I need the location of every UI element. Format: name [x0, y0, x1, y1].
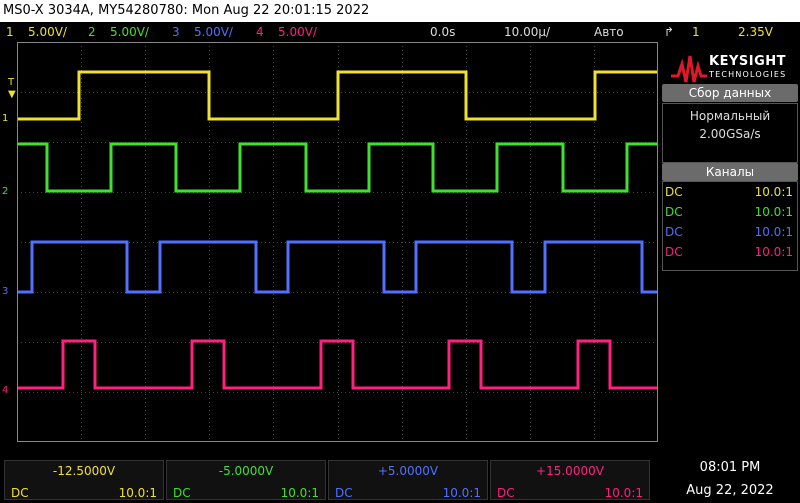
ch1-coupling: DC: [665, 185, 683, 199]
ch3-offset-box[interactable]: +5.0000V DC 10.0:1: [328, 460, 488, 500]
ch1-offset-coupling: DC: [11, 486, 29, 500]
keysight-wave-icon: [671, 55, 707, 83]
ch3-scale[interactable]: 5.00V/: [194, 25, 233, 39]
trigger-level-marker[interactable]: T: [8, 78, 14, 88]
delay-readout[interactable]: 0.0s: [430, 25, 455, 39]
ch2-offset-probe: 10.0:1: [280, 486, 319, 500]
channel-row-3[interactable]: DC 10.0:1: [663, 222, 795, 242]
ch3-offset-coupling: DC: [335, 486, 353, 500]
status-bar: 1 5.00V/ 2 5.00V/ 3 5.00V/ 4 5.00V/ 0.0s…: [0, 22, 800, 42]
ch3-probe: 10.0:1: [754, 225, 793, 239]
ch2-offset: -5.0000V: [218, 464, 274, 478]
channel-row-2[interactable]: DC 10.0:1: [663, 202, 795, 222]
clock-time: 08:01 PM: [699, 460, 761, 475]
trigger-slope-icon[interactable]: ↱: [664, 25, 674, 39]
ch2-coupling: DC: [665, 205, 683, 219]
ch1-scale[interactable]: 5.00V/: [28, 25, 67, 39]
ch3-offset: +5.0000V: [377, 464, 439, 478]
ch1-probe: 10.0:1: [754, 185, 793, 199]
trigger-source[interactable]: 1: [692, 25, 700, 39]
ch1-offset-box[interactable]: -12.5000V DC 10.0:1: [4, 460, 164, 500]
ch4-num[interactable]: 4: [256, 25, 264, 39]
ch1-num[interactable]: 1: [6, 25, 14, 39]
window-title: MS0-X 3034A, MY54280780: Mon Aug 22 20:0…: [0, 0, 800, 22]
ch4-offset-box[interactable]: +15.0000V DC 10.0:1: [490, 460, 650, 500]
acquisition-mode: Нормальный: [689, 109, 771, 123]
right-panel: KEYSIGHT TECHNOLOGIES Сбор данных Нормал…: [660, 42, 800, 460]
ch4-scale[interactable]: 5.00V/: [278, 25, 317, 39]
channels-header[interactable]: Каналы: [662, 163, 798, 181]
ch4-offset: +15.0000V: [536, 464, 604, 478]
clock-date: Aug 22, 2022: [686, 483, 774, 498]
sample-rate: 2.00GSa/s: [699, 127, 761, 141]
logo-brand: KEYSIGHT: [709, 54, 786, 69]
channel-row-1[interactable]: DC 10.0:1: [663, 182, 795, 202]
ch1-offset: -12.5000V: [52, 464, 116, 478]
acquisition-header[interactable]: Сбор данных: [662, 84, 798, 102]
ch2-ground-marker[interactable]: 2: [2, 187, 8, 197]
logo-sub: TECHNOLOGIES: [709, 70, 787, 79]
acquisition-panel[interactable]: Нормальный 2.00GSa/s: [662, 103, 798, 163]
timebase-readout[interactable]: 10.00µ/: [504, 25, 550, 39]
clock: 08:01 PM Aug 22, 2022: [660, 460, 800, 498]
channel-row-4[interactable]: DC 10.0:1: [663, 242, 795, 262]
ch1-ground-marker[interactable]: 1: [2, 114, 8, 124]
ch1-offset-probe: 10.0:1: [118, 486, 157, 500]
trigger-mode[interactable]: Авто: [594, 25, 624, 39]
ch2-num[interactable]: 2: [88, 25, 96, 39]
trigger-arrow-icon: ▼: [8, 89, 16, 100]
ch2-offset-coupling: DC: [173, 486, 191, 500]
ch4-probe: 10.0:1: [754, 245, 793, 259]
waveform-display[interactable]: [17, 42, 658, 442]
ch3-ground-marker[interactable]: 3: [2, 287, 8, 297]
ch2-offset-box[interactable]: -5.0000V DC 10.0:1: [166, 460, 326, 500]
ch4-offset-coupling: DC: [497, 486, 515, 500]
ch2-scale[interactable]: 5.00V/: [110, 25, 149, 39]
ch3-coupling: DC: [665, 225, 683, 239]
ch2-probe: 10.0:1: [754, 205, 793, 219]
trigger-level[interactable]: 2.35V: [738, 25, 773, 39]
ch3-offset-probe: 10.0:1: [442, 486, 481, 500]
bottom-bar: -12.5000V DC 10.0:1 -5.0000V DC 10.0:1 +…: [0, 456, 800, 503]
ch4-coupling: DC: [665, 245, 683, 259]
ch3-num[interactable]: 3: [172, 25, 180, 39]
ch4-ground-marker[interactable]: 4: [2, 386, 8, 396]
ch4-offset-probe: 10.0:1: [604, 486, 643, 500]
